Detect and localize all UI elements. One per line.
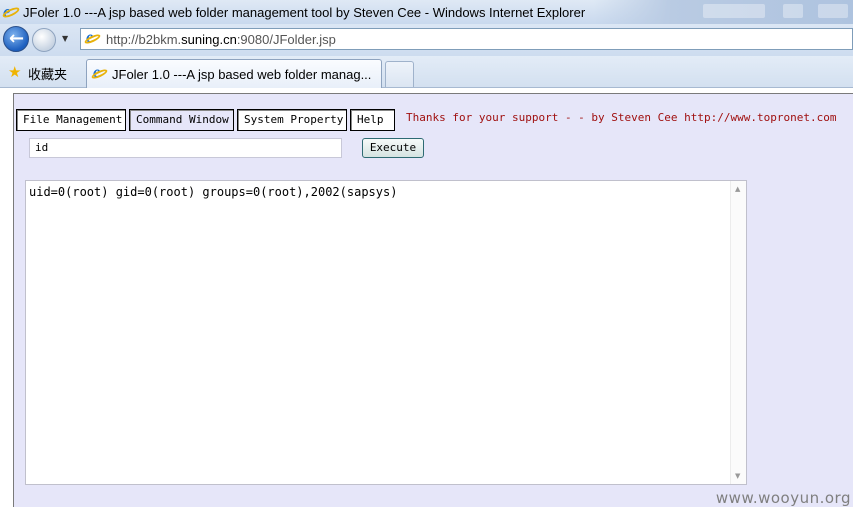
menu-help[interactable]: Help xyxy=(350,109,395,131)
url-prefix: http://b2bkm. xyxy=(106,31,182,47)
command-output-text: uid=0(root) gid=0(root) groups=0(root),2… xyxy=(29,185,398,199)
title-bar-controls xyxy=(593,0,853,24)
menu-system-property[interactable]: System Property xyxy=(237,109,347,131)
scroll-up-icon[interactable]: ▲ xyxy=(735,185,740,193)
thanks-text: Thanks for your support - - by Steven Ce… xyxy=(406,111,837,124)
favorites-tab-bar: ★ 收藏夹 e JFoler 1.0 ---A jsp based web fo… xyxy=(0,56,853,88)
page-content: File Management Command Window System Pr… xyxy=(0,89,853,507)
watermark: www.wooyun.org xyxy=(715,489,851,507)
window-title-bar[interactable]: e JFoler 1.0 ---A jsp based web folder m… xyxy=(0,0,853,24)
blurred-control xyxy=(703,4,765,18)
ie-logo-icon: e xyxy=(1,2,21,21)
menu-command-window[interactable]: Command Window xyxy=(129,109,234,131)
page-icon: e xyxy=(83,29,102,47)
address-bar-row: ← ▼ e http://b2bkm.suning.cn:9080/JFolde… xyxy=(0,24,853,56)
new-tab-button[interactable] xyxy=(385,61,414,87)
url-suffix: :9080/JFolder.jsp xyxy=(236,31,336,47)
forward-button[interactable] xyxy=(32,28,56,52)
favorites-button[interactable]: 收藏夹 xyxy=(28,64,67,83)
output-scrollbar[interactable]: ▲ ▼ xyxy=(730,181,746,484)
menu-file-management[interactable]: File Management xyxy=(16,109,126,131)
history-dropdown-icon[interactable]: ▼ xyxy=(62,34,68,43)
command-input[interactable]: id xyxy=(29,138,342,158)
blurred-control xyxy=(783,4,803,18)
back-button[interactable]: ← xyxy=(3,26,29,52)
favorites-star-icon[interactable]: ★ xyxy=(8,63,21,81)
address-input[interactable]: e http://b2bkm.suning.cn:9080/JFolder.js… xyxy=(80,28,853,50)
tab-jfolder[interactable]: e JFoler 1.0 ---A jsp based web folder m… xyxy=(86,59,382,88)
url-domain: suning.cn xyxy=(181,31,237,47)
blurred-control xyxy=(818,4,848,18)
scroll-down-icon[interactable]: ▼ xyxy=(735,472,740,480)
tab-title: JFoler 1.0 ---A jsp based web folder man… xyxy=(112,66,372,82)
back-arrow-icon: ← xyxy=(9,28,25,49)
execute-button[interactable]: Execute xyxy=(362,138,424,158)
window-title: JFoler 1.0 ---A jsp based web folder man… xyxy=(23,4,586,20)
command-output-area[interactable]: uid=0(root) gid=0(root) groups=0(root),2… xyxy=(25,180,747,485)
address-url: http://b2bkm.suning.cn:9080/JFolder.jsp xyxy=(106,32,336,47)
tab-page-icon: e xyxy=(90,64,109,82)
jfolder-frame: File Management Command Window System Pr… xyxy=(13,93,853,507)
